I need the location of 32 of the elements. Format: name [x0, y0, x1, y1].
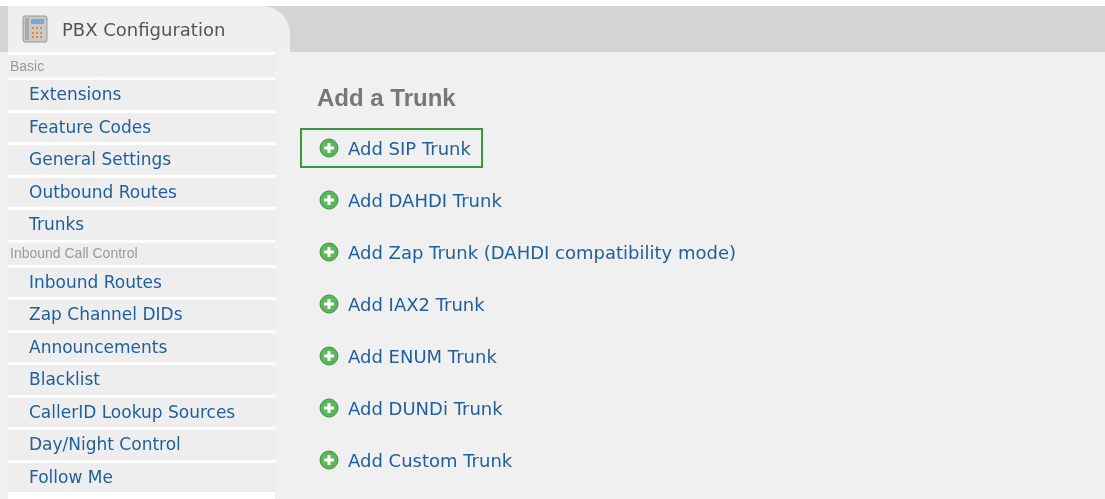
add-trunk-link[interactable]: Add ENUM Trunk — [300, 336, 509, 376]
tab-label: PBX Configuration — [62, 17, 226, 42]
plus-icon — [319, 346, 339, 366]
plus-icon — [319, 190, 339, 210]
sidebar-link[interactable]: Zap Channel DIDs — [8, 300, 275, 330]
sidebar-link[interactable]: Announcements — [8, 332, 275, 362]
sidebar-link[interactable]: Feature Codes — [8, 112, 275, 142]
sidebar-link[interactable]: Outbound Routes — [8, 177, 275, 207]
add-trunk-link[interactable]: Add Zap Trunk (DAHDI compatibility mode) — [300, 232, 748, 272]
sidebar-link[interactable]: Extensions — [8, 80, 275, 110]
phone-icon — [22, 15, 48, 43]
add-trunk-link[interactable]: Add DAHDI Trunk — [300, 180, 514, 220]
plus-icon — [319, 138, 339, 158]
add-trunk-link[interactable]: Add IAX2 Trunk — [300, 284, 497, 324]
sidebar-link[interactable]: CallerID Lookup Sources — [8, 397, 275, 427]
sidebar-link[interactable]: Inbound Routes — [8, 267, 275, 297]
sidebar-link[interactable]: Trunks — [8, 210, 275, 240]
plus-icon — [319, 450, 339, 470]
sidebar-link[interactable]: Day/Night Control — [8, 430, 275, 460]
sidebar-link[interactable]: General Settings — [8, 145, 275, 175]
plus-icon — [319, 294, 339, 314]
section-header: Inbound Call Control — [8, 242, 275, 265]
pbx-tab[interactable]: PBX Configuration — [8, 6, 290, 52]
add-trunk-link[interactable]: Add DUNDi Trunk — [300, 388, 515, 428]
sidebar-link[interactable]: Blacklist — [8, 365, 275, 395]
sidebar-link[interactable]: Follow Me — [8, 462, 275, 492]
add-trunk-link[interactable]: Add Custom Trunk — [300, 440, 525, 480]
section-header: Basic — [8, 55, 275, 77]
add-trunk-link[interactable]: Add SIP Trunk — [300, 128, 483, 168]
plus-icon — [319, 242, 339, 262]
plus-icon — [319, 398, 339, 418]
page-heading: Add a Trunk — [317, 83, 457, 113]
